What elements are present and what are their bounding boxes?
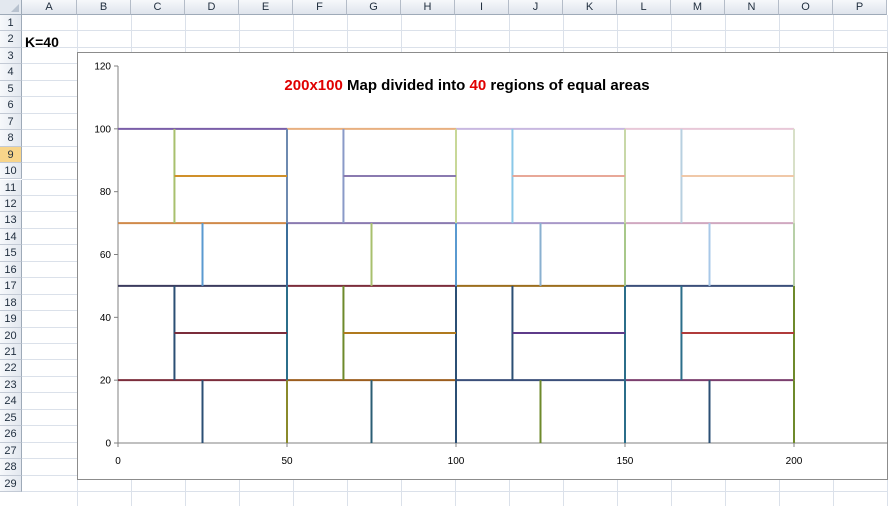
y-tick-label: 40 bbox=[100, 313, 112, 324]
chart-title-part: regions of equal areas bbox=[486, 77, 649, 94]
column-header-e[interactable]: E bbox=[239, 0, 293, 15]
chart-title-part: 200x100 bbox=[284, 77, 342, 94]
y-tick-label: 20 bbox=[100, 376, 112, 387]
x-tick-label: 50 bbox=[281, 456, 293, 467]
row-header-1[interactable]: 1 bbox=[0, 15, 22, 32]
row-header-14[interactable]: 14 bbox=[0, 228, 22, 246]
row-header-17[interactable]: 17 bbox=[0, 278, 22, 295]
row-gridline bbox=[22, 30, 888, 32]
x-tick-label: 100 bbox=[448, 456, 465, 467]
column-header-k[interactable]: K bbox=[563, 0, 617, 15]
column-header-m[interactable]: M bbox=[671, 0, 725, 15]
row-header-29[interactable]: 29 bbox=[0, 475, 22, 493]
row-header-22[interactable]: 22 bbox=[0, 360, 22, 377]
y-tick-label: 80 bbox=[100, 187, 112, 198]
chart-area[interactable]: 200x100 Map divided into 40 regions of e… bbox=[77, 52, 888, 480]
y-tick-label: 0 bbox=[105, 439, 111, 450]
column-header-j[interactable]: J bbox=[509, 0, 563, 15]
row-header-19[interactable]: 19 bbox=[0, 311, 22, 328]
y-tick-label: 60 bbox=[100, 250, 112, 261]
column-header-f[interactable]: F bbox=[293, 0, 347, 15]
column-header-h[interactable]: H bbox=[401, 0, 455, 15]
cell-a2[interactable]: K=40 bbox=[25, 34, 59, 50]
chart-title-part: 40 bbox=[470, 77, 487, 94]
row-header-20[interactable]: 20 bbox=[0, 327, 22, 344]
row-header-18[interactable]: 18 bbox=[0, 294, 22, 312]
row-header-2[interactable]: 2 bbox=[0, 31, 22, 48]
row-header-8[interactable]: 8 bbox=[0, 130, 22, 147]
chart-axes: 0 20 40 60 80 100 120 0 50 100 150 200 bbox=[94, 62, 888, 467]
row-header-3[interactable]: 3 bbox=[0, 47, 22, 65]
chart-title-part: Map divided into bbox=[343, 77, 470, 94]
row-header-16[interactable]: 16 bbox=[0, 261, 22, 279]
column-header-d[interactable]: D bbox=[185, 0, 239, 15]
row-header-11[interactable]: 11 bbox=[0, 179, 22, 196]
row-header-9[interactable]: 9 bbox=[0, 146, 22, 164]
region-boundaries bbox=[118, 127, 795, 443]
row-gridline bbox=[22, 46, 888, 48]
row-header-10[interactable]: 10 bbox=[0, 163, 22, 180]
row-header-23[interactable]: 23 bbox=[0, 376, 22, 394]
row-header-21[interactable]: 21 bbox=[0, 344, 22, 361]
column-header-c[interactable]: C bbox=[131, 0, 185, 15]
x-tick-label: 200 bbox=[786, 456, 803, 467]
row-gridline bbox=[22, 491, 888, 493]
column-header-b[interactable]: B bbox=[77, 0, 131, 15]
select-all-corner[interactable] bbox=[0, 0, 22, 15]
row-header-28[interactable]: 28 bbox=[0, 459, 22, 476]
row-header-7[interactable]: 7 bbox=[0, 113, 22, 131]
row-header-24[interactable]: 24 bbox=[0, 393, 22, 410]
column-header-o[interactable]: O bbox=[779, 0, 833, 15]
x-tick-label: 150 bbox=[617, 456, 634, 467]
row-header-4[interactable]: 4 bbox=[0, 64, 22, 81]
y-tick-label: 120 bbox=[94, 62, 111, 73]
chart-svg: 200x100 Map divided into 40 regions of e… bbox=[94, 62, 888, 467]
row-header-25[interactable]: 25 bbox=[0, 409, 22, 427]
x-tick-label: 0 bbox=[115, 456, 121, 467]
column-header-p[interactable]: P bbox=[833, 0, 887, 15]
row-header-27[interactable]: 27 bbox=[0, 442, 22, 460]
y-tick-label: 100 bbox=[94, 124, 111, 135]
column-header-i[interactable]: I bbox=[455, 0, 509, 15]
row-header-26[interactable]: 26 bbox=[0, 426, 22, 443]
column-header-g[interactable]: G bbox=[347, 0, 401, 15]
column-header-n[interactable]: N bbox=[725, 0, 779, 15]
column-header-a[interactable]: A bbox=[22, 0, 77, 15]
row-header-12[interactable]: 12 bbox=[0, 195, 22, 213]
row-header-6[interactable]: 6 bbox=[0, 97, 22, 114]
chart-title: 200x100 Map divided into 40 regions of e… bbox=[284, 77, 649, 94]
row-header-13[interactable]: 13 bbox=[0, 212, 22, 229]
row-header-15[interactable]: 15 bbox=[0, 245, 22, 262]
column-header-l[interactable]: L bbox=[617, 0, 671, 15]
row-header-5[interactable]: 5 bbox=[0, 80, 22, 98]
spreadsheet: ABCDEFGHIJKLMNOP 1 2 3 4 5 6 7 8 9 10 11 12 13 14 15 16… bbox=[0, 0, 888, 506]
